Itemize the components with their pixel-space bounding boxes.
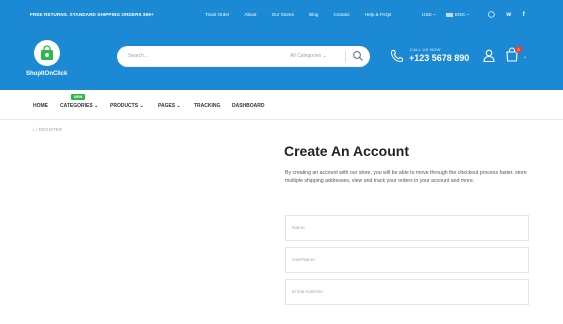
phone-number[interactable]: +123 5678 890 (409, 53, 469, 63)
breadcrumb-current: REGISTER (38, 127, 63, 132)
search-divider (345, 51, 346, 62)
nav-item-products[interactable]: PRODUCTS ⌄ (110, 103, 144, 109)
nav-item-products-label: PRODUCTS (110, 103, 139, 109)
logo-text: ShopItOnClick (26, 71, 68, 77)
currency-select[interactable]: USD ~ (422, 12, 436, 17)
blog-link[interactable]: Blog (309, 12, 318, 17)
user-icon[interactable] (483, 49, 495, 62)
nav-item-categories[interactable]: CATEGORIES ⌄ (60, 103, 98, 109)
promo-text: FREE RETURNS. STANDARD SHIPPING ORDERS $… (30, 12, 154, 17)
nav-item-pages-label: PAGES (158, 103, 176, 109)
help-faqs-link[interactable]: Help & FAQs (365, 12, 392, 17)
top-bar: FREE RETURNS. STANDARD SHIPPING ORDERS $… (0, 0, 563, 34)
about-link[interactable]: About (244, 12, 256, 17)
nav-item-dashboard[interactable]: DASHBOARD (232, 103, 265, 109)
new-badge: NEW (71, 94, 86, 100)
category-select[interactable]: All Categories ⌄ (290, 53, 327, 59)
username-field[interactable] (285, 247, 529, 273)
nav-item-tracking[interactable]: TRACKING (194, 103, 220, 109)
facebook-icon[interactable]: f (523, 12, 525, 18)
name-input[interactable] (292, 223, 520, 233)
twitter-icon[interactable]: w (506, 12, 511, 18)
contact-link[interactable]: Contact (334, 12, 350, 17)
main-nav: HOME NEW CATEGORIES ⌄ PRODUCTS ⌄ PAGES ⌄… (0, 90, 563, 120)
track-order-link[interactable]: Track Order (205, 12, 229, 17)
email-field[interactable] (285, 279, 529, 305)
nav-item-pages[interactable]: PAGES ⌄ (158, 103, 181, 109)
logo[interactable] (34, 40, 60, 66)
flag-icon (446, 12, 453, 17)
category-select-label: All Categories (290, 53, 322, 59)
home-icon[interactable]: ⌂ (32, 127, 35, 132)
form-description: By creating an account with our store, y… (285, 170, 527, 185)
search-input[interactable]: Search... (128, 53, 148, 59)
top-links: Track Order About Our Stores Blog Contac… (205, 12, 405, 17)
phone-icon (390, 50, 403, 63)
name-field[interactable] (285, 215, 529, 241)
page-title: Create An Account (284, 143, 409, 159)
call-label: CALL US NOW (410, 47, 441, 52)
social-icons: ◯ w f (488, 11, 535, 18)
language-select[interactable]: ENG ~ (446, 12, 469, 17)
nav-item-categories-label: CATEGORIES (60, 103, 93, 109)
language-label: ENG ~ (455, 12, 469, 17)
search-bar[interactable]: Search... All Categories ⌄ (117, 46, 370, 67)
breadcrumb: ⌂ / REGISTER (32, 127, 62, 132)
nav-item-home[interactable]: HOME (33, 103, 48, 109)
instagram-icon[interactable]: ◯ (488, 12, 495, 18)
shopping-bag-icon (41, 45, 53, 60)
search-icon[interactable] (352, 50, 364, 62)
our-stores-link[interactable]: Our Stores (272, 12, 294, 17)
username-input[interactable] (292, 255, 520, 265)
cart-count-badge: 0 (515, 46, 522, 53)
chevron-down-icon[interactable]: ⌄ (523, 54, 527, 60)
email-input[interactable] (292, 287, 520, 297)
